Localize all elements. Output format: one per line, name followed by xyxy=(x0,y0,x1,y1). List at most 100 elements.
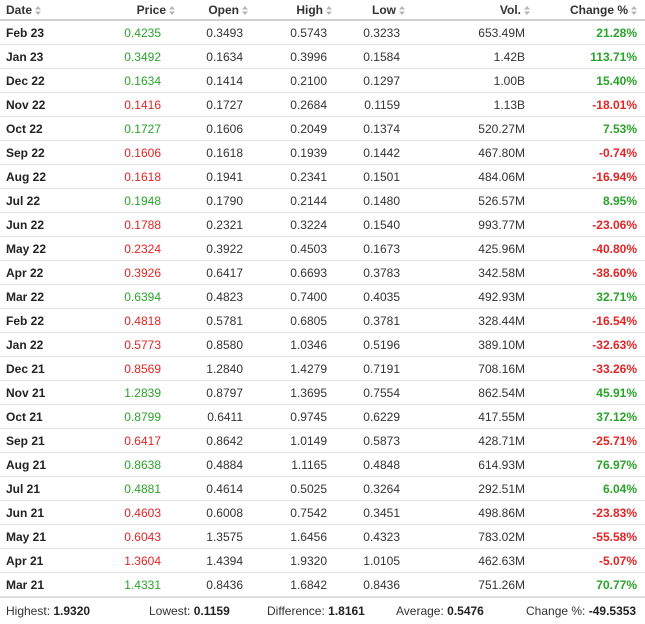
cell-date: Oct 21 xyxy=(0,404,100,429)
sort-arrows-icon[interactable] xyxy=(631,5,637,15)
cell-price: 0.8799 xyxy=(100,404,175,429)
column-header-high[interactable]: High xyxy=(257,0,332,21)
cell-date: Jan 23 xyxy=(0,44,100,69)
column-header-vol[interactable]: Vol. xyxy=(414,0,530,21)
cell-open: 0.1941 xyxy=(175,164,257,189)
cell-high: 0.2100 xyxy=(257,68,332,93)
cell-open: 0.3922 xyxy=(175,236,257,261)
cell-change: -55.58% xyxy=(530,524,645,549)
table-body: Feb 23 0.4235 0.3493 0.5743 0.3233 653.49M 21.… xyxy=(0,20,645,597)
cell-open: 1.4394 xyxy=(175,548,257,573)
table-row: Aug 21 0.8638 0.4884 1.1165 0.4848 614.93M 76.… xyxy=(0,452,645,477)
cell-date: Mar 21 xyxy=(0,572,100,597)
cell-price: 0.1618 xyxy=(100,164,175,189)
cell-vol: 425.96M xyxy=(414,236,530,261)
cell-high: 1.4279 xyxy=(257,356,332,381)
column-header-change[interactable]: Change % xyxy=(530,0,645,21)
cell-high: 0.3996 xyxy=(257,44,332,69)
column-header-label: Change % xyxy=(569,2,628,17)
cell-open: 0.6008 xyxy=(175,500,257,525)
column-header-open[interactable]: Open xyxy=(175,0,257,21)
cell-open: 0.8797 xyxy=(175,380,257,405)
cell-low: 0.3233 xyxy=(332,20,414,45)
cell-low: 0.6229 xyxy=(332,404,414,429)
cell-change: -16.54% xyxy=(530,308,645,333)
column-header-date[interactable]: Date xyxy=(0,0,100,21)
summary-lowest-label: Lowest: xyxy=(149,604,191,618)
sort-arrows-icon[interactable] xyxy=(399,5,405,15)
cell-vol: 484.06M xyxy=(414,164,530,189)
cell-low: 0.3264 xyxy=(332,476,414,501)
cell-high: 0.6693 xyxy=(257,260,332,285)
sort-arrows-icon[interactable] xyxy=(35,5,42,15)
summary-average: Average: 0.5476 xyxy=(396,604,526,618)
cell-high: 1.3695 xyxy=(257,380,332,405)
sort-arrows-icon[interactable] xyxy=(169,5,175,15)
summary-change-value: -49.5353 xyxy=(588,604,637,618)
cell-price: 0.1948 xyxy=(100,188,175,213)
cell-high: 1.6842 xyxy=(257,572,332,597)
cell-low: 0.1540 xyxy=(332,212,414,237)
cell-price: 0.1634 xyxy=(100,68,175,93)
cell-price: 0.4881 xyxy=(100,476,175,501)
cell-date: Apr 22 xyxy=(0,260,100,285)
cell-open: 0.8642 xyxy=(175,428,257,453)
cell-vol: 328.44M xyxy=(414,308,530,333)
cell-low: 0.3451 xyxy=(332,500,414,525)
cell-change: -18.01% xyxy=(530,92,645,117)
column-header-label: Open xyxy=(208,2,239,17)
cell-high: 1.0346 xyxy=(257,332,332,357)
cell-date: Feb 23 xyxy=(0,20,100,45)
cell-change: -0.74% xyxy=(530,140,645,165)
cell-open: 1.2840 xyxy=(175,356,257,381)
cell-low: 0.5196 xyxy=(332,332,414,357)
sort-arrows-icon[interactable] xyxy=(326,5,332,15)
summary-bar: Highest: 1.9320 Lowest: 0.1159 Differenc… xyxy=(0,597,645,624)
cell-low: 0.5873 xyxy=(332,428,414,453)
cell-date: Jun 22 xyxy=(0,212,100,237)
cell-high: 0.1939 xyxy=(257,140,332,165)
cell-vol: 862.54M xyxy=(414,380,530,405)
cell-date: May 22 xyxy=(0,236,100,261)
cell-date: May 21 xyxy=(0,524,100,549)
cell-change: -23.83% xyxy=(530,500,645,525)
column-header-price[interactable]: Price xyxy=(100,0,175,21)
cell-vol: 292.51M xyxy=(414,476,530,501)
cell-high: 0.7542 xyxy=(257,500,332,525)
cell-open: 0.3493 xyxy=(175,20,257,45)
cell-price: 0.6417 xyxy=(100,428,175,453)
cell-vol: 614.93M xyxy=(414,452,530,477)
cell-change: -5.07% xyxy=(530,548,645,573)
cell-change: 76.97% xyxy=(530,452,645,477)
cell-low: 0.7554 xyxy=(332,380,414,405)
cell-date: Nov 22 xyxy=(0,92,100,117)
table-row: Feb 22 0.4818 0.5781 0.6805 0.3781 328.44M -16… xyxy=(0,308,645,333)
sort-arrows-icon[interactable] xyxy=(524,5,530,15)
cell-low: 0.3781 xyxy=(332,308,414,333)
cell-price: 0.6394 xyxy=(100,284,175,309)
historical-data-table: Date Price Open High Low Vol. Change % Feb 23 0… xyxy=(0,0,645,597)
table-row: Sep 22 0.1606 0.1618 0.1939 0.1442 467.80M -0.… xyxy=(0,140,645,165)
cell-low: 0.1673 xyxy=(332,236,414,261)
cell-change: 70.77% xyxy=(530,572,645,597)
summary-difference: Difference: 1.8161 xyxy=(267,604,396,618)
sort-arrows-icon[interactable] xyxy=(242,5,248,15)
summary-change-label: Change %: xyxy=(526,604,586,618)
cell-price: 1.4331 xyxy=(100,572,175,597)
cell-open: 0.4884 xyxy=(175,452,257,477)
cell-open: 0.6417 xyxy=(175,260,257,285)
cell-price: 0.4818 xyxy=(100,308,175,333)
table-row: Jul 22 0.1948 0.1790 0.2144 0.1480 526.57M 8.9… xyxy=(0,188,645,213)
summary-difference-label: Difference: xyxy=(267,604,325,618)
summary-average-value: 0.5476 xyxy=(447,604,484,618)
cell-price: 0.4603 xyxy=(100,500,175,525)
cell-date: Mar 22 xyxy=(0,284,100,309)
cell-date: Aug 21 xyxy=(0,452,100,477)
table-row: Oct 22 0.1727 0.1606 0.2049 0.1374 520.27M 7.5… xyxy=(0,116,645,141)
cell-price: 0.2324 xyxy=(100,236,175,261)
cell-low: 1.0105 xyxy=(332,548,414,573)
table-row: Apr 21 1.3604 1.4394 1.9320 1.0105 462.63M -5.… xyxy=(0,548,645,573)
column-header-low[interactable]: Low xyxy=(332,0,414,21)
cell-vol: 492.93M xyxy=(414,284,530,309)
cell-low: 0.4848 xyxy=(332,452,414,477)
